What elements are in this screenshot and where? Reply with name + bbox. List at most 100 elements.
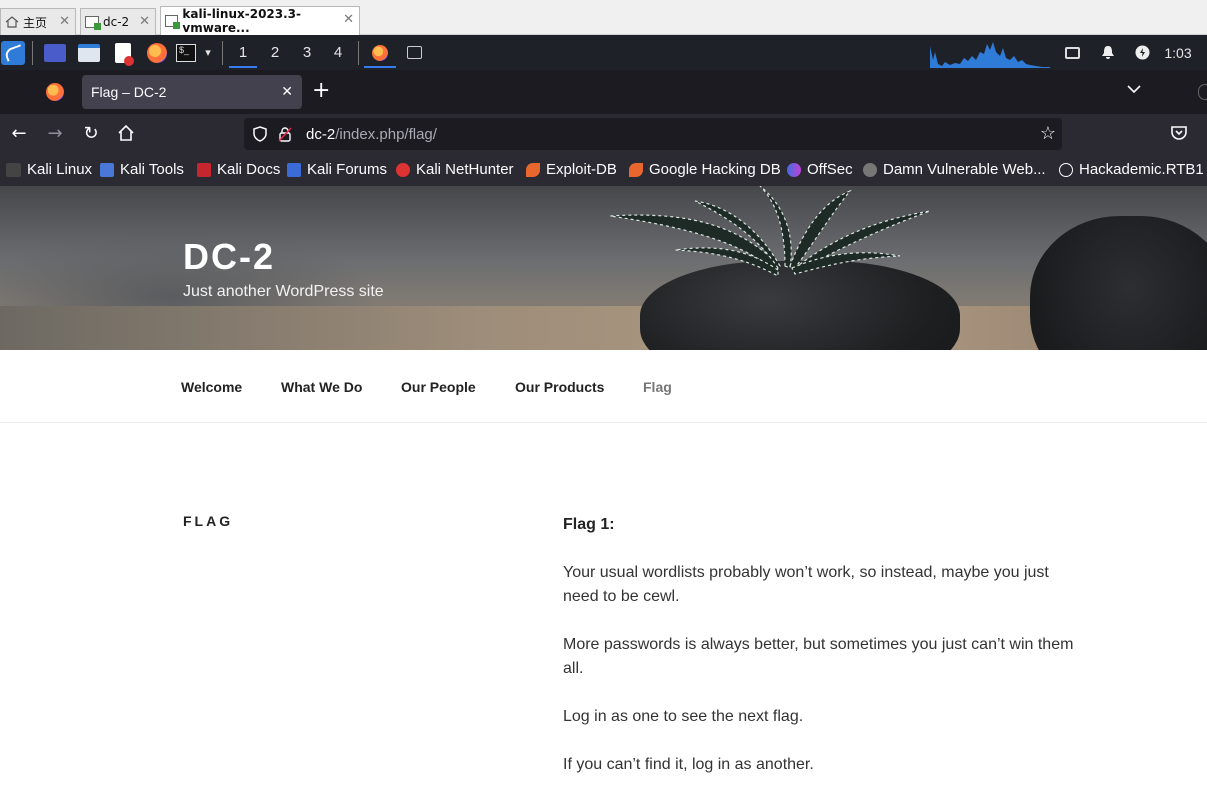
- home-icon: [118, 124, 134, 141]
- kali-docs-icon: [197, 162, 211, 177]
- launcher-dropdown-button[interactable]: ▾: [200, 35, 216, 70]
- menu-item-our-people[interactable]: Our People: [401, 379, 476, 395]
- paragraph: More passwords is always better, but som…: [563, 636, 1074, 677]
- close-icon[interactable]: ✕: [139, 14, 150, 29]
- pocket-icon[interactable]: [1170, 124, 1188, 142]
- close-tab-icon[interactable]: ✕: [281, 83, 293, 100]
- bookmark-dvwa[interactable]: Damn Vulnerable Web...: [863, 161, 1046, 178]
- vm-icon: [85, 16, 101, 30]
- active-workspace-indicator: [229, 66, 257, 68]
- insecure-lock-icon[interactable]: [278, 126, 292, 142]
- home-icon: [5, 16, 19, 28]
- bookmark-kali-tools[interactable]: Kali Tools: [100, 161, 184, 178]
- kali-logo-icon: [1, 40, 25, 65]
- file-manager-button[interactable]: [76, 35, 102, 70]
- taskbar-firefox-window[interactable]: [364, 35, 396, 70]
- bell-icon: [1102, 46, 1114, 59]
- text-editor-icon: [115, 42, 134, 66]
- paragraph: If you can’t find it, log in as another.: [563, 756, 814, 773]
- network-button[interactable]: [1060, 35, 1084, 70]
- clock[interactable]: 1:03: [1158, 35, 1198, 70]
- tracking-protection-shield-icon[interactable]: [253, 126, 267, 142]
- bookmark-label: Damn Vulnerable Web...: [883, 161, 1046, 178]
- workspace-2[interactable]: 2: [261, 35, 289, 70]
- kali-dragon-icon: [6, 162, 21, 177]
- power-icon: [1135, 45, 1149, 60]
- workspace-label: 4: [333, 44, 343, 61]
- bookmarks-toolbar: Kali Linux Kali Tools Kali Docs Kali For…: [0, 154, 1207, 186]
- bookmark-google-hacking-db[interactable]: Google Hacking DB: [629, 161, 781, 178]
- workspace-3[interactable]: 3: [293, 35, 321, 70]
- nethunter-icon: [396, 162, 410, 177]
- menu-item-what-we-do[interactable]: What We Do: [281, 379, 362, 395]
- list-all-tabs-icon[interactable]: [1127, 82, 1141, 96]
- host-tab-home[interactable]: 主页 ✕: [0, 8, 76, 35]
- tab-title: Flag – DC-2: [91, 84, 167, 100]
- bookmark-star-icon[interactable]: ☆: [1040, 123, 1056, 144]
- workspace-4[interactable]: 4: [324, 35, 352, 70]
- kali-menu-button[interactable]: [0, 35, 26, 70]
- arrow-right-icon: →: [47, 123, 63, 144]
- bookmark-kali-forums[interactable]: Kali Forums: [287, 161, 387, 178]
- arrow-left-icon: ←: [11, 123, 27, 144]
- bookmark-label: OffSec: [807, 161, 853, 178]
- forward-button[interactable]: →: [45, 124, 65, 144]
- browser-tab-strip: Flag – DC-2 ✕ +: [0, 70, 1207, 114]
- terminal-launcher-button[interactable]: $_: [174, 35, 198, 70]
- workspace-label: 2: [270, 44, 280, 61]
- scroll-tabs-indicator: [1198, 84, 1207, 100]
- workspace-label: 1: [238, 44, 248, 61]
- menu-item-our-products[interactable]: Our Products: [515, 379, 604, 395]
- bookmark-kali-docs[interactable]: Kali Docs: [197, 161, 280, 178]
- flag-label: Flag 1:: [563, 516, 615, 533]
- menu-item-flag[interactable]: Flag: [643, 379, 672, 395]
- terminal-icon: $_: [176, 43, 196, 62]
- firefox-view-icon[interactable]: [46, 83, 64, 101]
- bookmark-label: Kali NetHunter: [416, 161, 514, 178]
- show-desktop-button[interactable]: [42, 35, 68, 70]
- desktop-icon: [44, 43, 66, 62]
- reload-button[interactable]: ↻: [81, 124, 101, 144]
- bookmark-offsec[interactable]: OffSec: [787, 161, 853, 178]
- site-tagline: Just another WordPress site: [183, 283, 384, 300]
- workspace-1[interactable]: 1: [229, 35, 257, 70]
- menu-item-welcome[interactable]: Welcome: [181, 379, 242, 395]
- host-tab-dc2[interactable]: dc-2 ✕: [80, 8, 156, 35]
- firefox-icon: [147, 42, 167, 63]
- bookmark-label: Kali Linux: [27, 161, 93, 178]
- bookmark-kali-linux[interactable]: Kali Linux: [6, 161, 92, 178]
- new-tab-button[interactable]: +: [312, 80, 330, 102]
- bookmark-kali-nethunter[interactable]: Kali NetHunter: [396, 161, 514, 178]
- ghdb-icon: [629, 162, 643, 177]
- page-title: FLAG: [183, 513, 234, 529]
- host-tab-strip: 主页 ✕ dc-2 ✕ kali-linux-2023.3-vmware... …: [0, 0, 1207, 35]
- bookmark-label: Exploit-DB: [546, 161, 617, 178]
- kali-forums-icon: [287, 162, 301, 177]
- host-tab-label: kali-linux-2023.3-vmware...: [182, 7, 302, 35]
- back-button[interactable]: ←: [9, 124, 29, 144]
- bookmark-hackademic[interactable]: Hackademic.RTB1 »: [1059, 161, 1207, 178]
- panel-separator: [358, 41, 359, 65]
- power-status-button[interactable]: [1130, 35, 1154, 70]
- host-tab-label: 主页: [23, 15, 48, 30]
- host-tab-kali[interactable]: kali-linux-2023.3-vmware... ✕: [160, 6, 360, 35]
- url-path: /index.php/flag/: [335, 126, 437, 143]
- bookmark-label: Kali Forums: [307, 161, 388, 178]
- offsec-icon: [787, 162, 801, 177]
- clock-text: 1:03: [1164, 44, 1192, 61]
- site-header-image: [0, 186, 1207, 350]
- firefox-launcher-button[interactable]: [144, 35, 170, 70]
- home-button[interactable]: [116, 124, 136, 144]
- globe-icon: [1059, 162, 1073, 177]
- bookmark-exploit-db[interactable]: Exploit-DB: [526, 161, 617, 178]
- close-icon[interactable]: ✕: [59, 14, 70, 29]
- close-icon[interactable]: ✕: [343, 12, 354, 27]
- site-title[interactable]: DC-2: [183, 236, 275, 278]
- taskbar-terminal-window[interactable]: [400, 35, 428, 70]
- text-editor-button[interactable]: [110, 35, 136, 70]
- network-icon: [1064, 46, 1080, 59]
- browser-tab-flag[interactable]: Flag – DC-2 ✕: [82, 75, 302, 109]
- notifications-button[interactable]: [1096, 35, 1120, 70]
- dvwa-icon: [863, 162, 877, 177]
- url-bar[interactable]: dc-2/index.php/flag/ ☆: [244, 118, 1062, 150]
